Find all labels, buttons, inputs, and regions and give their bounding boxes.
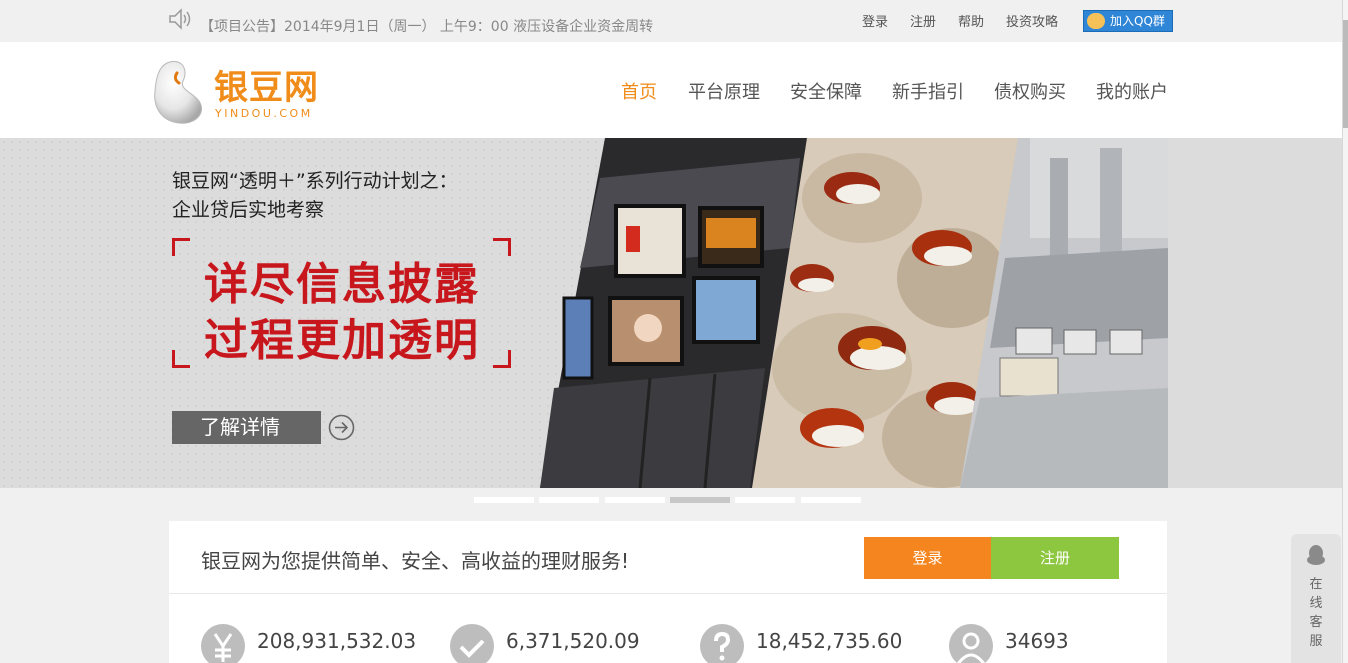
- service-slogan: 银豆网为您提供简单、安全、高收益的理财服务!: [201, 549, 630, 573]
- nav-security[interactable]: 安全保障: [790, 78, 862, 104]
- slide-dot-3[interactable]: [605, 497, 665, 503]
- site-header: 银豆网 YINDOU.COM 首页 平台原理 安全保障 新手指引 债权购买 我的…: [0, 42, 1342, 138]
- stat-pending-amount: 18,452,735.60: [756, 629, 903, 653]
- stat-user-count: 34693: [1005, 629, 1069, 653]
- speaker-icon: [169, 8, 191, 30]
- learn-more-button[interactable]: 了解详情: [172, 411, 321, 444]
- qq-icon: [1087, 13, 1105, 29]
- banner-title-line1: 银豆网“透明＋”系列行动计划之：: [172, 170, 458, 192]
- slide-indicators: [0, 497, 1342, 503]
- slide-dot-4[interactable]: [670, 497, 730, 503]
- service-char-4: 服: [1309, 634, 1323, 649]
- qq-button-label: 加入QQ群: [1110, 14, 1165, 28]
- slide-dot-2[interactable]: [539, 497, 599, 503]
- bracket-top-left: [172, 238, 190, 256]
- nav-debt-purchase[interactable]: 债权购买: [994, 78, 1066, 104]
- nav-beginner-guide[interactable]: 新手指引: [892, 78, 964, 104]
- account-panel: 银豆网为您提供简单、安全、高收益的理财服务! 登录 注册 208,931,532…: [169, 521, 1167, 663]
- question-icon: [700, 624, 744, 663]
- scrollbar-thumb[interactable]: [1343, 20, 1348, 128]
- slide-dot-6[interactable]: [801, 497, 861, 503]
- bean-logo-icon[interactable]: [153, 59, 207, 125]
- stat-earnings: 6,371,520.09: [506, 629, 640, 653]
- yen-icon: [201, 624, 245, 663]
- top-login-link[interactable]: 登录: [862, 11, 888, 30]
- service-char-2: 线: [1309, 596, 1323, 611]
- nav-my-account[interactable]: 我的账户: [1096, 78, 1168, 104]
- bracket-top-right: [493, 238, 511, 256]
- stat-total-amount: 208,931,532.03: [257, 629, 417, 653]
- arrow-right-circle-icon[interactable]: [328, 414, 355, 441]
- investment-guide-link[interactable]: 投资攻略: [1006, 11, 1058, 30]
- help-link[interactable]: 帮助: [958, 11, 984, 30]
- promo-banner[interactable]: 银豆网“透明＋”系列行动计划之： 企业贷后实地考察 详尽信息披露 过程更加透明 …: [0, 138, 1342, 488]
- nav-platform-principle[interactable]: 平台原理: [688, 78, 760, 104]
- checkmark-icon: [450, 624, 494, 663]
- join-qq-group-button[interactable]: 加入QQ群: [1083, 10, 1173, 32]
- banner-right-fill: [1168, 138, 1342, 488]
- register-button[interactable]: 注册: [991, 537, 1119, 579]
- penguin-icon: [1307, 545, 1325, 565]
- logo-text[interactable]: 银豆网: [214, 60, 319, 109]
- banner-headline-line2: 过程更加透明: [204, 315, 480, 366]
- panel-divider: [169, 593, 1167, 594]
- banner-headline-line1: 详尽信息披露: [204, 259, 480, 310]
- nav-home[interactable]: 首页: [621, 78, 657, 104]
- service-char-3: 客: [1309, 615, 1323, 630]
- service-char-1: 在: [1309, 577, 1323, 592]
- top-bar: 【项目公告】2014年9月1日（周一） 上午9：00 液压设备企业资金周转 登录…: [0, 0, 1342, 42]
- slide-dot-1[interactable]: [474, 497, 534, 503]
- logo-domain: YINDOU.COM: [215, 107, 313, 120]
- login-button[interactable]: 登录: [864, 537, 991, 579]
- banner-title-line2: 企业贷后实地考察: [172, 199, 325, 221]
- slide-dot-5[interactable]: [735, 497, 795, 503]
- top-register-link[interactable]: 注册: [910, 11, 936, 30]
- user-icon: [949, 624, 993, 663]
- bracket-bottom-left: [172, 350, 190, 368]
- project-notice[interactable]: 【项目公告】2014年9月1日（周一） 上午9：00 液压设备企业资金周转: [200, 16, 653, 36]
- banner-photo-factory: [960, 138, 1168, 488]
- bracket-bottom-right: [493, 350, 511, 368]
